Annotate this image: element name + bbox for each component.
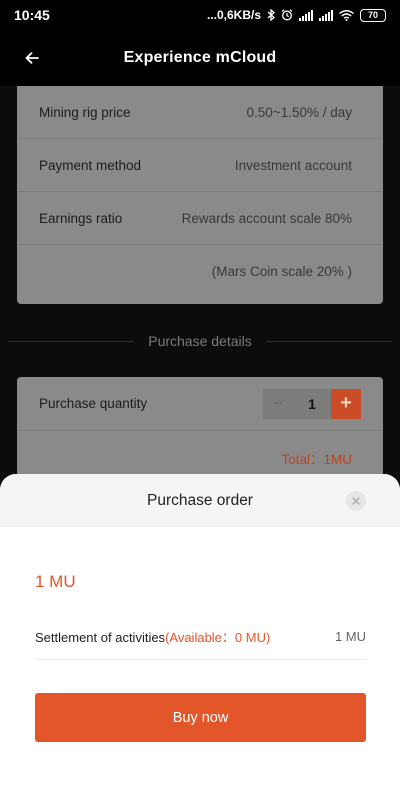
settlement-value: 1 MU xyxy=(334,629,366,644)
info-row-label: Payment method xyxy=(39,157,142,173)
order-amount: 1 MU xyxy=(35,572,76,591)
close-button[interactable] xyxy=(346,491,366,511)
info-row-value: Rewards account scale 80% xyxy=(181,210,352,226)
signal-icon-2 xyxy=(319,9,333,21)
mars-coin-note: (Mars Coin scale 20% ) xyxy=(211,264,352,279)
alarm-icon xyxy=(281,9,293,21)
info-row-value: Investment account xyxy=(234,157,352,173)
settlement-label: Settlement of activities xyxy=(35,630,166,645)
quantity-row: Purchase quantity − 1 + xyxy=(17,377,383,431)
settlement-label-group: Settlement of activities(Available：0 MU) xyxy=(35,627,270,646)
sheet-title: Purchase order xyxy=(147,491,253,509)
info-row-price: Mining rig price 0.50~1.50% / day xyxy=(17,86,383,139)
info-card: Mining rig price 0.50~1.50% / day Paymen… xyxy=(17,86,383,304)
network-speed: ...0,6KB/s xyxy=(206,8,261,22)
battery-icon: 70 xyxy=(360,8,386,22)
info-row-label: Mining rig price xyxy=(39,104,131,120)
quantity-value: 1 xyxy=(293,388,331,419)
total-amount: Total：1MU xyxy=(281,452,352,467)
purchase-card: Purchase quantity − 1 + Total：1MU xyxy=(17,377,383,487)
info-row-note: (Mars Coin scale 20% ) xyxy=(17,245,383,298)
status-time: 10:45 xyxy=(14,7,50,23)
section-heading: Purchase details xyxy=(138,333,262,349)
settlement-row: Settlement of activities(Available：0 MU)… xyxy=(35,614,366,660)
page-title: Experience mCloud xyxy=(123,49,277,66)
arrow-left-icon xyxy=(25,52,39,64)
status-indicators: ...0,6KB/s 70 xyxy=(207,8,386,22)
info-row-value: 0.50~1.50% / day xyxy=(246,104,352,120)
signal-icon xyxy=(299,9,313,21)
wifi-icon xyxy=(339,9,354,21)
quantity-stepper: − 1 + xyxy=(263,388,361,419)
sheet-header: Purchase order xyxy=(0,474,400,527)
purchase-details-divider: Purchase details xyxy=(0,326,400,356)
bluetooth-icon xyxy=(267,9,275,21)
divider-line-right xyxy=(266,341,392,342)
purchase-order-sheet: Purchase order 1 MU Settlement of activi… xyxy=(0,474,400,800)
decrease-button[interactable]: − xyxy=(263,388,293,419)
status-bar: 10:45 ...0,6KB/s 70 xyxy=(0,0,400,30)
info-row-label: Earnings ratio xyxy=(39,210,123,226)
info-row-earnings: Earnings ratio Rewards account scale 80% xyxy=(17,192,383,245)
divider-line-left xyxy=(8,341,134,342)
info-row-payment: Payment method Investment account xyxy=(17,139,383,192)
quantity-label: Purchase quantity xyxy=(39,396,148,411)
app-header: Experience mCloud xyxy=(0,30,400,86)
back-button[interactable] xyxy=(18,44,46,72)
settlement-available: (Available：0 MU) xyxy=(165,630,271,645)
buy-now-button[interactable]: Buy now xyxy=(35,693,366,742)
increase-button[interactable]: + xyxy=(331,388,361,419)
close-icon xyxy=(352,497,360,505)
